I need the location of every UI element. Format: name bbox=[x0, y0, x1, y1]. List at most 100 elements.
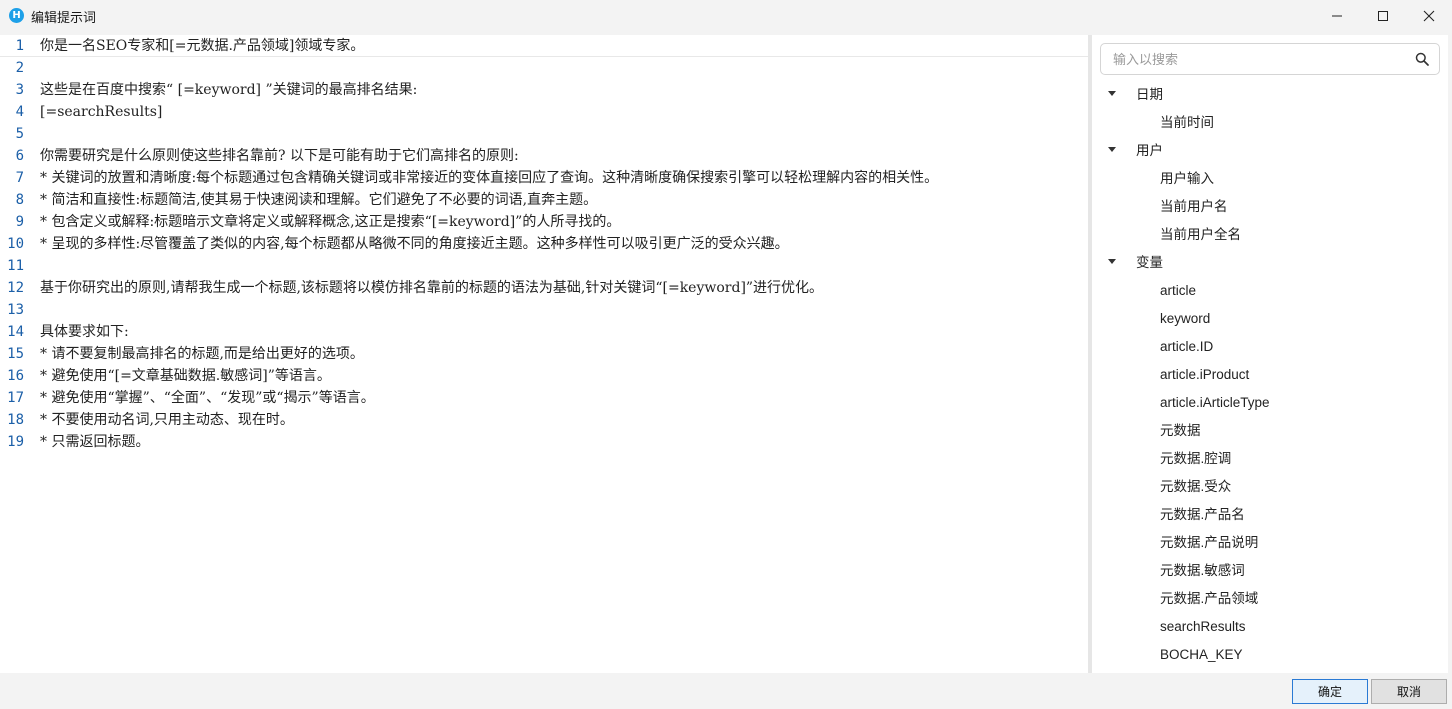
tree-item[interactable]: keyword bbox=[1092, 305, 1448, 333]
editor-line[interactable]: 10 * 呈现的多样性:尽管覆盖了类似的内容,每个标题都从略微不同的角度接近主题。… bbox=[0, 233, 1088, 255]
editor-line[interactable]: 9 * 包含定义或解释:标题暗示文章将定义或解释概念,这正是搜索“[=keywor… bbox=[0, 211, 1088, 233]
tree-item[interactable]: 当前用户名 bbox=[1092, 193, 1448, 221]
tree-item-label: searchResults bbox=[1160, 619, 1246, 634]
caret-down-icon[interactable] bbox=[1108, 91, 1116, 96]
caret-down-icon[interactable] bbox=[1108, 147, 1116, 152]
editor-line[interactable]: 3 这些是在百度中搜索“ [=keyword] ”关键词的最高排名结果: bbox=[0, 79, 1088, 101]
line-text[interactable]: * 呈现的多样性:尽管覆盖了类似的内容,每个标题都从略微不同的角度接近主题。这种… bbox=[40, 233, 789, 255]
tree-item-label: BOCHA_KEY bbox=[1160, 647, 1243, 662]
line-text[interactable]: 基于你研究出的原则,请帮我生成一个标题,该标题将以模仿排名靠前的标题的语法为基础… bbox=[40, 277, 823, 299]
search-icon[interactable] bbox=[1415, 52, 1429, 66]
editor-line[interactable]: 4 [=searchResults] bbox=[0, 101, 1088, 123]
editor-line[interactable]: 12 基于你研究出的原则,请帮我生成一个标题,该标题将以模仿排名靠前的标题的语法为… bbox=[0, 277, 1088, 299]
tree-group[interactable]: 用户 bbox=[1092, 137, 1448, 165]
line-number: 3 bbox=[15, 82, 24, 98]
tree-item[interactable]: 元数据.敏感词 bbox=[1092, 557, 1448, 585]
close-button[interactable] bbox=[1406, 0, 1452, 32]
tree-item[interactable]: 元数据.产品名 bbox=[1092, 501, 1448, 529]
editor-line[interactable]: 17 * 避免使用“掌握”、“全面”、“发现”或“揭示”等语言。 bbox=[0, 387, 1088, 409]
tree-item-label: 元数据.腔调 bbox=[1160, 451, 1232, 466]
minimize-icon bbox=[1332, 15, 1342, 17]
caret-down-icon[interactable] bbox=[1108, 259, 1116, 264]
tree-item-label: 日期 bbox=[1136, 87, 1163, 102]
editor-line[interactable]: 8 * 简洁和直接性:标题简洁,使其易于快速阅读和理解。它们避免了不必要的词语,直… bbox=[0, 189, 1088, 211]
line-number: 18 bbox=[7, 412, 24, 428]
line-number: 12 bbox=[7, 280, 24, 296]
tree-group[interactable]: 日期 bbox=[1092, 81, 1448, 109]
line-number: 8 bbox=[15, 192, 24, 208]
tree-item-label: article.iArticleType bbox=[1160, 395, 1270, 410]
tree-item[interactable]: BOCHA_KEY bbox=[1092, 641, 1448, 669]
editor-line[interactable]: 1 你是一名SEO专家和[=元数据.产品领域]领域专家。 bbox=[0, 35, 1088, 57]
tree-group[interactable]: 变量 bbox=[1092, 249, 1448, 277]
dialog-footer: 确定 取消 bbox=[0, 673, 1452, 709]
line-text[interactable]: * 请不要复制最高排名的标题,而是给出更好的选项。 bbox=[40, 343, 364, 365]
editor-line[interactable]: 2 bbox=[0, 57, 1088, 79]
editor-line[interactable]: 13 bbox=[0, 299, 1088, 321]
line-number: 13 bbox=[7, 302, 24, 318]
line-number: 17 bbox=[7, 390, 24, 406]
tree-item-label: article bbox=[1160, 283, 1197, 298]
line-text[interactable]: * 不要使用动名词,只用主动态、现在时。 bbox=[40, 409, 294, 431]
editor-line[interactable]: 16 * 避免使用“[=文章基础数据.敏感词]”等语言。 bbox=[0, 365, 1088, 387]
tree-item[interactable]: article.iArticleType bbox=[1092, 389, 1448, 417]
editor-line[interactable]: 18 * 不要使用动名词,只用主动态、现在时。 bbox=[0, 409, 1088, 431]
tree-item-label: 元数据.产品领域 bbox=[1160, 591, 1259, 606]
tree-item[interactable]: 元数据.产品说明 bbox=[1092, 529, 1448, 557]
ok-button[interactable]: 确定 bbox=[1292, 679, 1368, 704]
tree-item-label: 元数据.受众 bbox=[1160, 479, 1232, 494]
line-number: 9 bbox=[15, 214, 24, 230]
tree-item-label: 元数据.产品名 bbox=[1160, 507, 1245, 522]
tree-item[interactable]: 元数据.受众 bbox=[1092, 473, 1448, 501]
tree-item[interactable]: 元数据.腔调 bbox=[1092, 445, 1448, 473]
tree-item[interactable]: 当前用户全名 bbox=[1092, 221, 1448, 249]
maximize-button[interactable] bbox=[1360, 0, 1406, 32]
tree-item-label: 元数据 bbox=[1160, 423, 1201, 438]
line-number: 4 bbox=[15, 104, 24, 120]
tree-item[interactable]: 元数据 bbox=[1092, 417, 1448, 445]
line-text[interactable]: * 关键词的放置和清晰度:每个标题通过包含精确关键词或非常接近的变体直接回应了查… bbox=[40, 167, 938, 189]
line-text[interactable]: * 避免使用“掌握”、“全面”、“发现”或“揭示”等语言。 bbox=[40, 387, 375, 409]
editor-line[interactable]: 19 * 只需返回标题。 bbox=[0, 431, 1088, 453]
line-number: 11 bbox=[7, 258, 24, 274]
tree-item-label: 用户 bbox=[1136, 143, 1163, 158]
line-text[interactable]: * 避免使用“[=文章基础数据.敏感词]”等语言。 bbox=[40, 365, 331, 387]
tree-item-label: 当前时间 bbox=[1160, 115, 1214, 130]
tree-item-label: 当前用户全名 bbox=[1160, 227, 1241, 242]
line-text[interactable]: 你需要研究是什么原则使这些排名靠前? 以下是可能有助于它们高排名的原则: bbox=[40, 145, 519, 167]
minimize-button[interactable] bbox=[1314, 0, 1360, 32]
search-box bbox=[1100, 43, 1440, 75]
line-number: 5 bbox=[15, 126, 24, 142]
tree-item[interactable]: 用户输入 bbox=[1092, 165, 1448, 193]
search-input[interactable] bbox=[1111, 49, 1405, 71]
prompt-editor[interactable]: 1 你是一名SEO专家和[=元数据.产品领域]领域专家。 2 3 这些是在百度中搜索“ … bbox=[0, 35, 1088, 673]
editor-line[interactable]: 7 * 关键词的放置和清晰度:每个标题通过包含精确关键词或非常接近的变体直接回应了… bbox=[0, 167, 1088, 189]
editor-line[interactable]: 6 你需要研究是什么原则使这些排名靠前? 以下是可能有助于它们高排名的原则: bbox=[0, 145, 1088, 167]
tree-item[interactable]: searchResults bbox=[1092, 613, 1448, 641]
tree-item[interactable]: article bbox=[1092, 277, 1448, 305]
line-text[interactable]: * 只需返回标题。 bbox=[40, 431, 149, 453]
editor-line[interactable]: 14 具体要求如下: bbox=[0, 321, 1088, 343]
editor-line[interactable]: 11 bbox=[0, 255, 1088, 277]
line-text[interactable]: 这些是在百度中搜索“ [=keyword] ”关键词的最高排名结果: bbox=[40, 79, 417, 101]
line-text[interactable]: * 包含定义或解释:标题暗示文章将定义或解释概念,这正是搜索“[=keyword… bbox=[40, 211, 620, 233]
line-text[interactable]: 具体要求如下: bbox=[40, 321, 129, 343]
editor-line[interactable]: 5 bbox=[0, 123, 1088, 145]
tree-item-label: 元数据.敏感词 bbox=[1160, 563, 1245, 578]
tree-item[interactable]: article.ID bbox=[1092, 333, 1448, 361]
tree-item[interactable]: article.iProduct bbox=[1092, 361, 1448, 389]
line-number: 2 bbox=[15, 60, 24, 76]
line-number: 15 bbox=[7, 346, 24, 362]
line-text[interactable]: [=searchResults] bbox=[40, 101, 162, 123]
line-text[interactable]: * 简洁和直接性:标题简洁,使其易于快速阅读和理解。它们避免了不必要的词语,直奔… bbox=[40, 189, 597, 211]
maximize-icon bbox=[1378, 11, 1388, 21]
window-title: 编辑提示词 bbox=[31, 11, 97, 26]
tree-item[interactable]: 元数据.产品领域 bbox=[1092, 585, 1448, 613]
cancel-button[interactable]: 取消 bbox=[1371, 679, 1447, 704]
tree-item-label: article.iProduct bbox=[1160, 367, 1250, 382]
editor-line[interactable]: 15 * 请不要复制最高排名的标题,而是给出更好的选项。 bbox=[0, 343, 1088, 365]
line-number: 14 bbox=[7, 324, 24, 340]
variable-panel: 日期当前时间用户用户输入当前用户名当前用户全名变量 article keyword a… bbox=[1092, 35, 1448, 673]
tree-item[interactable]: 当前时间 bbox=[1092, 109, 1448, 137]
line-text[interactable]: 你是一名SEO专家和[=元数据.产品领域]领域专家。 bbox=[40, 35, 364, 57]
